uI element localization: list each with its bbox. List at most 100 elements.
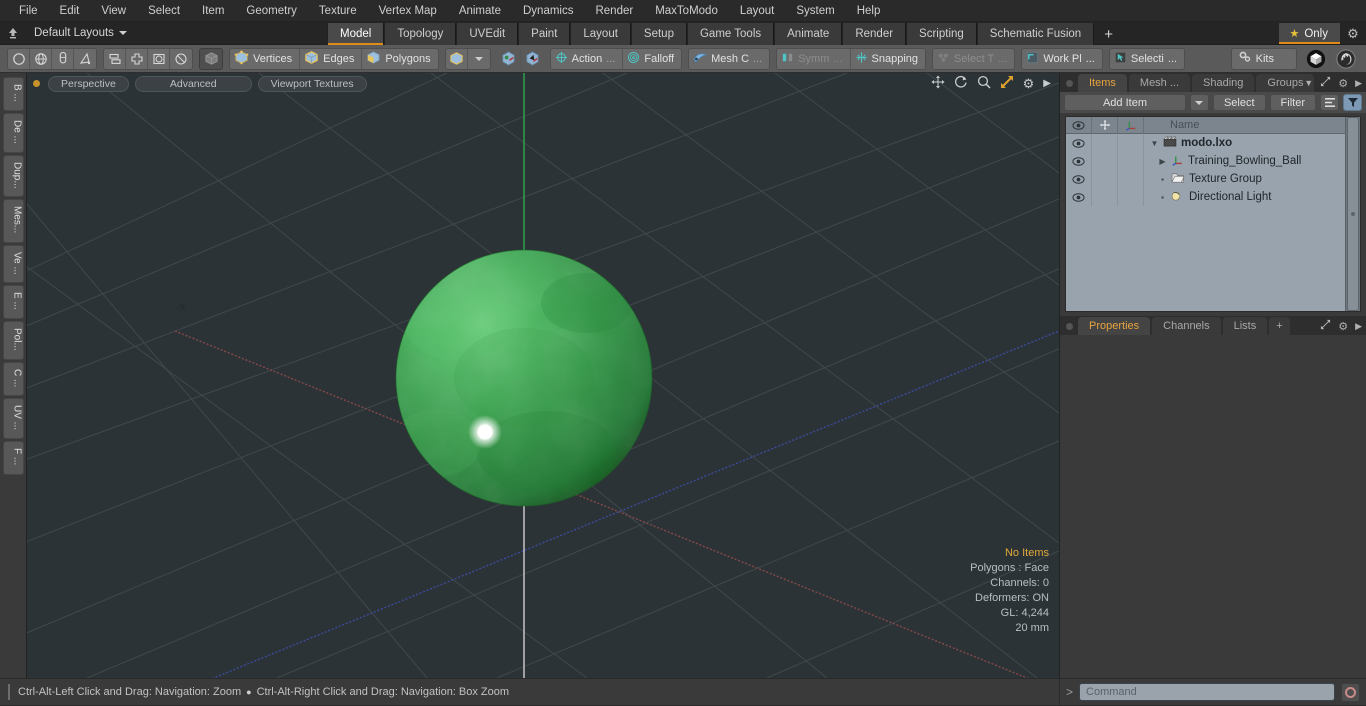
panel-menu-chevron-icon[interactable]: ▼ — [1304, 78, 1313, 88]
unreal-logo-icon[interactable] — [1333, 48, 1359, 69]
frame-tool-icon[interactable] — [148, 48, 170, 69]
funnel-filter-icon[interactable] — [1343, 94, 1362, 111]
menu-item-system[interactable]: System — [785, 0, 845, 22]
viewport-3d[interactable]: -X Perspective Advanced Viewport Texture… — [27, 73, 1060, 678]
menu-item-item[interactable]: Item — [191, 0, 235, 22]
left-tab-uv[interactable]: UV ... — [2, 398, 24, 440]
menu-item-render[interactable]: Render — [584, 0, 644, 22]
panel-expand-icon[interactable] — [1320, 76, 1331, 90]
tab-render[interactable]: Render — [842, 22, 907, 45]
add-item-button[interactable]: Add Item — [1064, 94, 1186, 111]
item-mode-cube-icon[interactable] — [200, 49, 222, 69]
edges-mode-button[interactable]: Edges — [300, 48, 363, 69]
left-tab-deform[interactable]: De ... — [2, 112, 24, 153]
tab-uvedit[interactable]: UVEdit — [456, 22, 519, 45]
material-cube-icon[interactable] — [446, 48, 468, 69]
menu-item-vertex-map[interactable]: Vertex Map — [368, 0, 448, 22]
table-row[interactable]: ▪ Texture Group — [1066, 170, 1345, 188]
mesh-constraint-button[interactable]: Mesh C ... — [689, 49, 769, 69]
capsule-tool-icon[interactable] — [52, 48, 74, 69]
viewport-view-mode-button[interactable]: Perspective — [48, 75, 129, 92]
default-layouts-dropdown[interactable]: Default Layouts — [26, 22, 135, 45]
home-icon[interactable] — [0, 22, 26, 45]
menu-item-geometry[interactable]: Geometry — [235, 0, 308, 22]
panel-gear-icon[interactable]: ⚙ — [1338, 77, 1348, 90]
material-dropdown-chevron-down-icon[interactable] — [468, 49, 490, 69]
add-tab-button[interactable]: + — [1094, 25, 1123, 45]
menu-item-animate[interactable]: Animate — [448, 0, 512, 22]
snapping-button[interactable]: Snapping — [851, 49, 926, 69]
shading-toggle-icon[interactable] — [497, 48, 521, 69]
layout-settings-gear-icon[interactable]: ⚙ — [1340, 26, 1366, 42]
properties-expand-icon[interactable] — [1320, 319, 1331, 333]
menu-item-texture[interactable]: Texture — [308, 0, 368, 22]
twisty-closed-icon[interactable]: ▶ — [1158, 157, 1167, 166]
menu-item-layout[interactable]: Layout — [729, 0, 786, 22]
action-center-button[interactable]: Action ... — [551, 48, 624, 69]
falloff-button[interactable]: Falloff — [623, 49, 681, 69]
align-tool-icon[interactable] — [104, 48, 126, 69]
left-tab-polygon[interactable]: Pol... — [2, 321, 24, 361]
zoom-icon[interactable] — [977, 75, 991, 92]
selection-set-button[interactable]: Selecti ... — [1110, 49, 1184, 69]
kits-button[interactable]: Kits — [1232, 49, 1296, 69]
left-tab-duplicate[interactable]: Dup... — [2, 154, 24, 198]
record-macro-icon[interactable] — [1341, 682, 1360, 702]
only-toggle-button[interactable]: ★ Only — [1279, 23, 1340, 44]
table-row[interactable]: ▪ Directional Light — [1066, 188, 1345, 206]
menu-item-maxtomodo[interactable]: MaxToModo — [644, 0, 729, 22]
menu-item-select[interactable]: Select — [137, 0, 191, 22]
tab-animate[interactable]: Animate — [774, 22, 843, 45]
list-view-icon[interactable] — [1320, 94, 1339, 111]
polygons-mode-button[interactable]: Polygons — [362, 49, 437, 69]
rotate-icon[interactable] — [954, 75, 968, 92]
left-tab-mesh[interactable]: Mes... — [2, 199, 24, 243]
row-visibility-eye-icon[interactable] — [1066, 152, 1092, 170]
left-tab-edge[interactable]: E ... — [2, 285, 24, 320]
select-button[interactable]: Select — [1212, 94, 1266, 111]
item-tree-scrollbar[interactable] — [1345, 117, 1360, 311]
symmetry-button[interactable]: Symm ... — [777, 48, 851, 69]
menu-item-dynamics[interactable]: Dynamics — [512, 0, 584, 22]
left-tab-basic[interactable]: B ... — [2, 77, 24, 111]
menu-item-view[interactable]: View — [90, 0, 137, 22]
menu-item-file[interactable]: File — [8, 0, 49, 22]
twisty-open-icon[interactable]: ▼ — [1150, 139, 1159, 148]
tab-shading[interactable]: Shading — [1192, 74, 1255, 92]
tab-items[interactable]: Items — [1078, 74, 1127, 92]
table-row[interactable]: ▶ Training_Bowling_Ball — [1066, 152, 1345, 170]
fit-view-icon[interactable] — [1000, 75, 1014, 92]
radial-tool-icon[interactable] — [170, 49, 192, 69]
tab-paint[interactable]: Paint — [518, 22, 571, 45]
menu-item-help[interactable]: Help — [846, 0, 892, 22]
tab-schematic-fusion[interactable]: Schematic Fusion — [976, 22, 1095, 45]
globe-tool-icon[interactable] — [30, 48, 52, 69]
tab-properties[interactable]: Properties — [1078, 317, 1151, 335]
item-tree[interactable]: Name ▼ modo.lxo ▶ Training_Bowling_Ball … — [1065, 116, 1361, 312]
pan-icon[interactable] — [931, 75, 945, 92]
viewport-settings-gear-icon[interactable]: ⚙ — [1023, 76, 1035, 91]
command-input[interactable] — [1079, 683, 1335, 701]
tab-model[interactable]: Model — [327, 22, 385, 45]
table-row[interactable]: ▼ modo.lxo — [1066, 134, 1345, 152]
properties-gear-icon[interactable]: ⚙ — [1338, 320, 1348, 333]
tab-channels[interactable]: Channels — [1152, 317, 1221, 335]
item-tree-scrollbar-thumb[interactable] — [1347, 117, 1359, 311]
row-visibility-eye-icon[interactable] — [1066, 188, 1092, 206]
work-plane-button[interactable]: Work Pl ... — [1022, 49, 1101, 69]
vertices-mode-button[interactable]: Vertices — [230, 48, 301, 69]
add-item-dropdown-chevron-down-icon[interactable] — [1189, 94, 1209, 111]
left-tab-vertex[interactable]: Ve ... — [2, 244, 24, 284]
row-visibility-eye-icon[interactable] — [1066, 134, 1092, 152]
properties-arrow-icon[interactable]: ▶ — [1355, 321, 1362, 332]
left-tab-curve[interactable]: C ... — [2, 362, 24, 397]
panel-arrow-icon[interactable]: ▶ — [1355, 78, 1362, 89]
tab-game-tools[interactable]: Game Tools — [686, 22, 775, 45]
modo-logo-icon[interactable] — [1303, 48, 1330, 69]
select-through-button[interactable]: Select T ... — [933, 49, 1014, 69]
tab-topology[interactable]: Topology — [384, 22, 457, 45]
properties-add-tab-button[interactable]: + — [1269, 317, 1290, 335]
menu-item-edit[interactable]: Edit — [49, 0, 91, 22]
tab-setup[interactable]: Setup — [630, 22, 687, 45]
filter-button[interactable]: Filter — [1269, 94, 1316, 111]
